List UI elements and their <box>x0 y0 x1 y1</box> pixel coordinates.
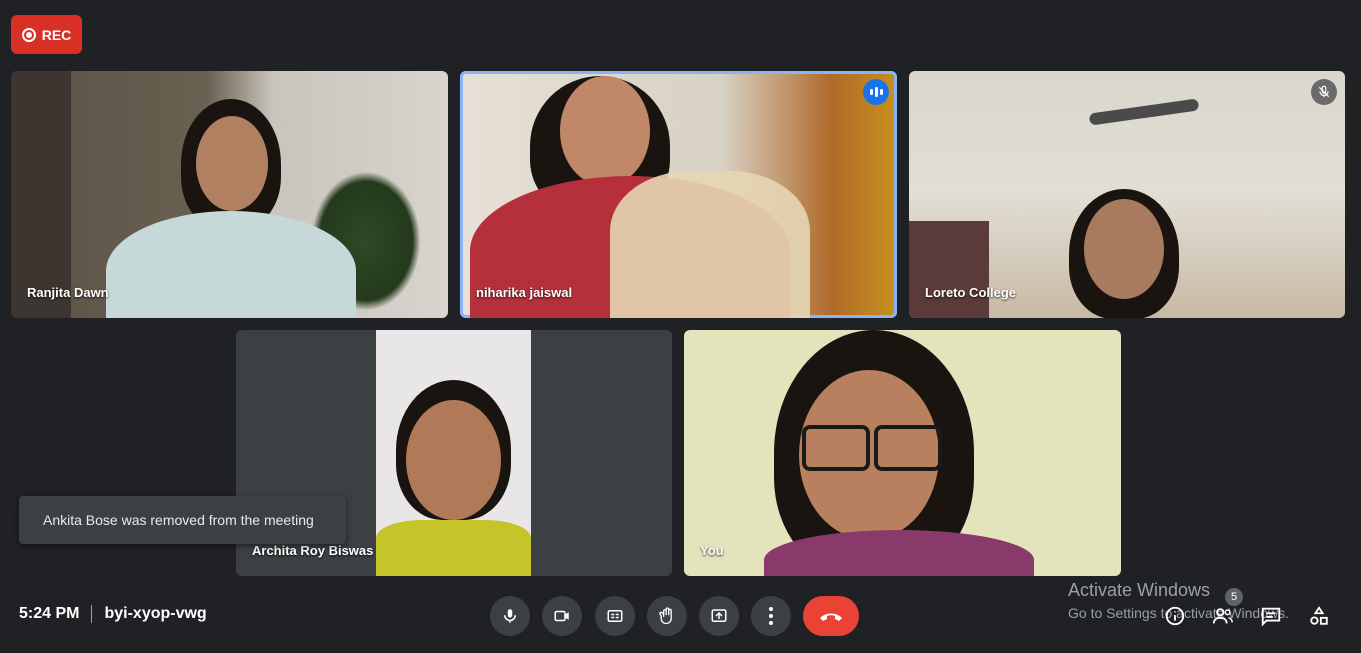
participant-name: niharika jaiswal <box>476 285 573 300</box>
more-options-icon <box>769 607 773 625</box>
recording-badge: REC <box>11 15 82 54</box>
face <box>560 76 650 186</box>
face <box>196 116 268 211</box>
end-call-icon <box>820 613 842 621</box>
notification-toast: Ankita Bose was removed from the meeting <box>19 496 346 544</box>
mic-button[interactable] <box>490 596 530 636</box>
watermark-title: Activate Windows <box>1068 580 1211 600</box>
scarf <box>376 520 531 576</box>
face <box>406 400 501 520</box>
participant-name: You <box>700 543 724 558</box>
divider <box>91 605 93 623</box>
participant-tile-ranjita[interactable]: Ranjita Dawn <box>11 71 448 318</box>
raise-hand-button[interactable] <box>647 596 687 636</box>
participant-name: Ranjita Dawn <box>27 285 109 300</box>
end-call-button[interactable] <box>803 596 859 636</box>
mic-icon <box>504 609 516 623</box>
face <box>1084 199 1164 299</box>
recording-label: REC <box>41 26 72 43</box>
chat-button[interactable] <box>1259 604 1283 628</box>
meeting-code: byi-xyop-vwg <box>104 605 207 622</box>
participant-name: Loreto College <box>925 285 1017 300</box>
camera-button[interactable] <box>542 596 582 636</box>
meeting-time: 5:24 PM <box>19 605 80 622</box>
record-icon <box>21 27 36 42</box>
info-icon <box>1165 606 1185 626</box>
mic-off-icon <box>1311 79 1337 105</box>
participant-count-badge: 5 <box>1225 588 1243 606</box>
speaking-icon <box>863 79 889 105</box>
camera-icon <box>554 610 569 622</box>
present-button[interactable] <box>699 596 739 636</box>
people-icon <box>1212 608 1233 624</box>
ceiling-fan <box>1088 98 1200 126</box>
activities-button[interactable] <box>1307 604 1331 628</box>
window-frame <box>909 221 989 318</box>
glasses-right <box>874 425 942 471</box>
scarf <box>610 171 810 318</box>
chat-icon <box>1261 607 1281 627</box>
participant-tile-loreto[interactable]: Loreto College <box>909 71 1345 318</box>
activities-icon <box>1310 606 1328 625</box>
captions-button[interactable] <box>595 596 635 636</box>
participant-tile-self[interactable]: You <box>684 330 1121 576</box>
captions-icon <box>607 610 623 622</box>
meeting-details-button[interactable] <box>1163 604 1187 628</box>
present-icon <box>711 609 727 622</box>
wardrobe <box>11 71 71 318</box>
people-button[interactable] <box>1211 604 1235 628</box>
more-options-button[interactable] <box>751 596 791 636</box>
participant-name: Archita Roy Biswas <box>252 543 374 558</box>
raise-hand-icon <box>659 607 672 625</box>
video-feed <box>376 330 531 576</box>
glasses-left <box>802 425 870 471</box>
toast-message: Ankita Bose was removed from the meeting <box>43 512 314 528</box>
participant-tile-niharika[interactable]: niharika jaiswal <box>460 71 897 318</box>
meeting-info: 5:24 PM byi-xyop-vwg <box>19 605 207 623</box>
